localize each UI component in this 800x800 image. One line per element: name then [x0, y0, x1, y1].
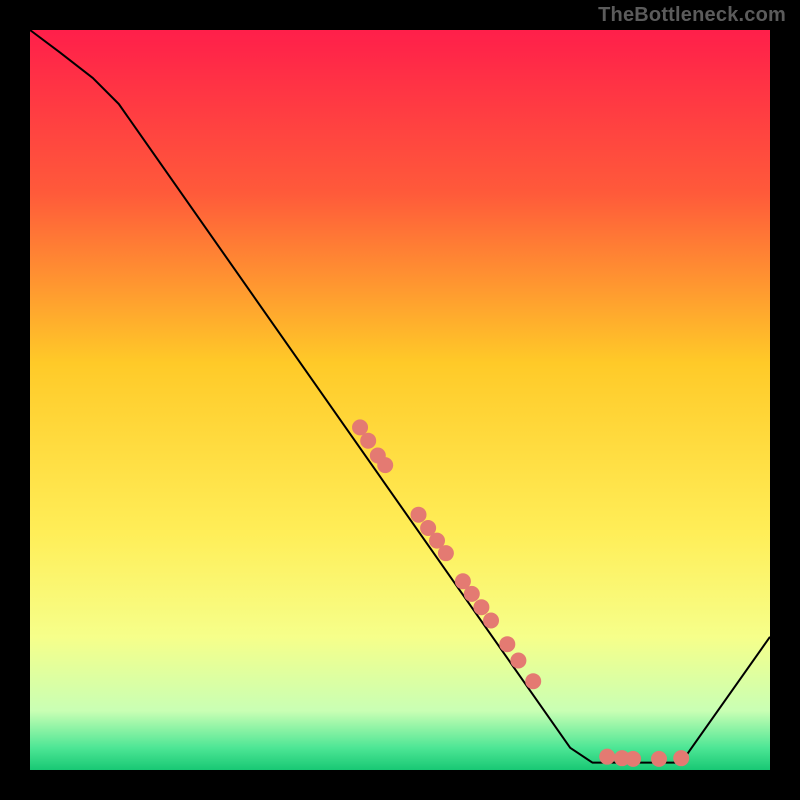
chart-stage: TheBottleneck.com: [0, 0, 800, 800]
plot-background: [30, 30, 770, 770]
data-point: [651, 751, 667, 767]
data-point: [625, 751, 641, 767]
data-point: [673, 750, 689, 766]
data-point: [510, 652, 526, 668]
data-point: [483, 613, 499, 629]
chart-svg: [0, 0, 800, 800]
data-point: [411, 507, 427, 523]
data-point: [377, 457, 393, 473]
data-point: [438, 545, 454, 561]
data-point: [464, 586, 480, 602]
data-point: [599, 749, 615, 765]
data-point: [525, 673, 541, 689]
watermark-text: TheBottleneck.com: [598, 4, 786, 27]
data-point: [473, 599, 489, 615]
data-point: [360, 433, 376, 449]
data-point: [352, 419, 368, 435]
data-point: [499, 636, 515, 652]
